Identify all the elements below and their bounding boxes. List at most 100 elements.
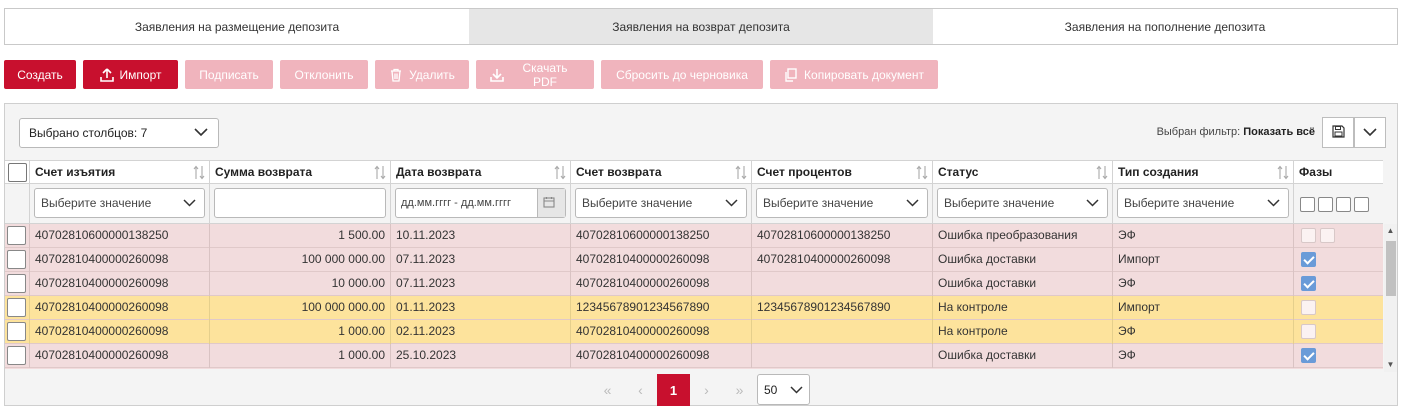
download-pdf-button[interactable]: Скачать PDF: [476, 60, 594, 89]
table-row[interactable]: [5, 368, 1383, 369]
phase-checkbox[interactable]: [1320, 228, 1335, 243]
scrollbar-thumb[interactable]: [1386, 241, 1396, 296]
cell-date: 07.11.2023: [391, 248, 571, 272]
header-date[interactable]: Дата возврата: [391, 160, 571, 184]
select-all-cell: [5, 160, 30, 184]
phase-filter-checkbox[interactable]: [1318, 197, 1333, 212]
table-row[interactable]: 40702810600000138250 1 500.00 10.11.2023 40…: [5, 224, 1383, 248]
columns-selector-label: Выбрано столбцов: 7: [29, 126, 148, 140]
sort-icon[interactable]: [735, 165, 747, 180]
cell-type: Импорт: [1113, 296, 1294, 320]
header-phases[interactable]: Фазы: [1294, 160, 1383, 184]
status-filter-placeholder: Выберите значение: [944, 196, 1055, 210]
header-interest-account[interactable]: Счет процентов: [752, 160, 933, 184]
return-account-filter-select[interactable]: Выберите значение: [575, 188, 747, 218]
reset-draft-button[interactable]: Сбросить до черновика: [601, 60, 763, 89]
cell-interest-account: 40702810400000260098: [752, 248, 933, 272]
select-all-checkbox[interactable]: [7, 162, 27, 182]
prev-page-button[interactable]: ‹: [624, 374, 657, 406]
chevron-down-icon: [1363, 126, 1377, 140]
phase-checkbox[interactable]: [1301, 276, 1316, 291]
sign-button[interactable]: Подписать: [185, 60, 273, 89]
last-page-button[interactable]: »: [723, 374, 756, 406]
phase-checkbox[interactable]: [1301, 300, 1316, 315]
calendar-button[interactable]: [537, 189, 565, 217]
floppy-disk-icon: [1331, 124, 1345, 141]
header-account-label: Счет изъятия: [35, 165, 116, 179]
phase-checkbox[interactable]: [1301, 228, 1316, 243]
phase-checkbox[interactable]: [1301, 324, 1316, 339]
date-range-filter-input[interactable]: дд.мм.гггг - дд.мм.гггг: [395, 188, 566, 218]
filter-info-value: Показать всё: [1243, 126, 1315, 138]
copy-document-button[interactable]: Копировать документ: [770, 60, 938, 89]
tab-2[interactable]: Заявления на пополнение депозита: [933, 9, 1397, 44]
row-checkbox[interactable]: [7, 226, 26, 245]
filter-menu-button[interactable]: [1354, 117, 1386, 148]
next-page-button[interactable]: ›: [690, 374, 723, 406]
header-phases-label: Фазы: [1299, 165, 1333, 179]
sort-icon[interactable]: [193, 165, 205, 180]
account-filter-select[interactable]: Выберите значение: [34, 188, 205, 218]
row-checkbox[interactable]: [7, 346, 26, 365]
cell-amount: 1 000.00: [210, 344, 391, 368]
columns-selector[interactable]: Выбрано столбцов: 7: [19, 118, 219, 148]
phase-filter-checkbox[interactable]: [1336, 197, 1351, 212]
scroll-up-icon[interactable]: ▲: [1386, 226, 1395, 235]
cell-account: 40702810400000260098: [30, 296, 210, 320]
calendar-icon: [538, 196, 565, 211]
reject-button[interactable]: Отклонить: [280, 60, 368, 89]
cell-type: ЭФ: [1113, 320, 1294, 344]
sort-icon[interactable]: [374, 165, 386, 180]
header-type[interactable]: Тип создания: [1113, 160, 1294, 184]
tab-0[interactable]: Заявления на размещение депозита: [5, 9, 469, 44]
table-row[interactable]: 40702810400000260098 100 000 000.00 01.11.…: [5, 296, 1383, 320]
sort-icon[interactable]: [1277, 165, 1289, 180]
table-scrollbar[interactable]: ▲ ▼: [1384, 224, 1397, 372]
header-account[interactable]: Счет изъятия: [30, 160, 210, 184]
first-page-button[interactable]: «: [591, 374, 624, 406]
header-status[interactable]: Статус: [933, 160, 1113, 184]
phase-filter-checkbox[interactable]: [1300, 197, 1315, 212]
import-button[interactable]: Импорт: [83, 60, 178, 89]
table-body[interactable]: 40702810600000138250 1 500.00 10.11.2023 40…: [5, 224, 1383, 369]
row-select-cell: [5, 224, 30, 248]
tab-1[interactable]: Заявления на возврат депозита: [469, 9, 933, 44]
sort-icon[interactable]: [1096, 165, 1108, 180]
save-filter-button[interactable]: [1322, 117, 1354, 148]
interest-account-filter-select[interactable]: Выберите значение: [756, 188, 928, 218]
page-size-select[interactable]: 50: [757, 374, 810, 405]
page-button-current[interactable]: 1: [657, 374, 690, 406]
row-checkbox[interactable]: [7, 298, 26, 317]
type-filter-select[interactable]: Выберите значение: [1117, 188, 1289, 218]
table-panel: Выбрано столбцов: 7 Выбран фильтр: Показ…: [4, 103, 1398, 406]
row-checkbox[interactable]: [7, 322, 26, 341]
cell-amount: 1 500.00: [210, 224, 391, 248]
create-button[interactable]: Создать: [4, 60, 76, 89]
header-amount[interactable]: Сумма возврата: [210, 160, 391, 184]
delete-button[interactable]: Удалить: [375, 60, 469, 89]
amount-filter-input[interactable]: [214, 188, 386, 218]
table-row[interactable]: 40702810400000260098 10 000.00 07.11.2023 4…: [5, 272, 1383, 296]
row-checkbox[interactable]: [7, 274, 26, 293]
row-select-cell: [5, 296, 30, 320]
phase-checkbox[interactable]: [1301, 348, 1316, 363]
row-select-cell: [5, 344, 30, 368]
page-size-value: 50: [764, 382, 778, 397]
sort-icon[interactable]: [554, 165, 566, 180]
header-return-account[interactable]: Счет возврата: [571, 160, 752, 184]
cell-return-account: 40702810400000260098: [571, 248, 752, 272]
cell-type: ЭФ: [1113, 344, 1294, 368]
status-filter-select[interactable]: Выберите значение: [937, 188, 1108, 218]
scroll-down-icon[interactable]: ▼: [1386, 360, 1395, 369]
phase-filter-checkbox[interactable]: [1354, 197, 1369, 212]
phase-checkbox[interactable]: [1301, 252, 1316, 267]
cell-status: Ошибка доставки: [933, 344, 1113, 368]
cell-date: 07.11.2023: [391, 272, 571, 296]
table-row[interactable]: 40702810400000260098 1 000.00 25.10.2023 40…: [5, 344, 1383, 368]
table-row[interactable]: 40702810400000260098 100 000 000.00 07.11.…: [5, 248, 1383, 272]
row-checkbox[interactable]: [7, 250, 26, 269]
chevron-down-icon: [790, 383, 803, 397]
sort-icon[interactable]: [916, 165, 928, 180]
filter-info-label: Выбран фильтр:: [1156, 126, 1241, 138]
table-row[interactable]: 40702810400000260098 1 000.00 02.11.2023 40…: [5, 320, 1383, 344]
